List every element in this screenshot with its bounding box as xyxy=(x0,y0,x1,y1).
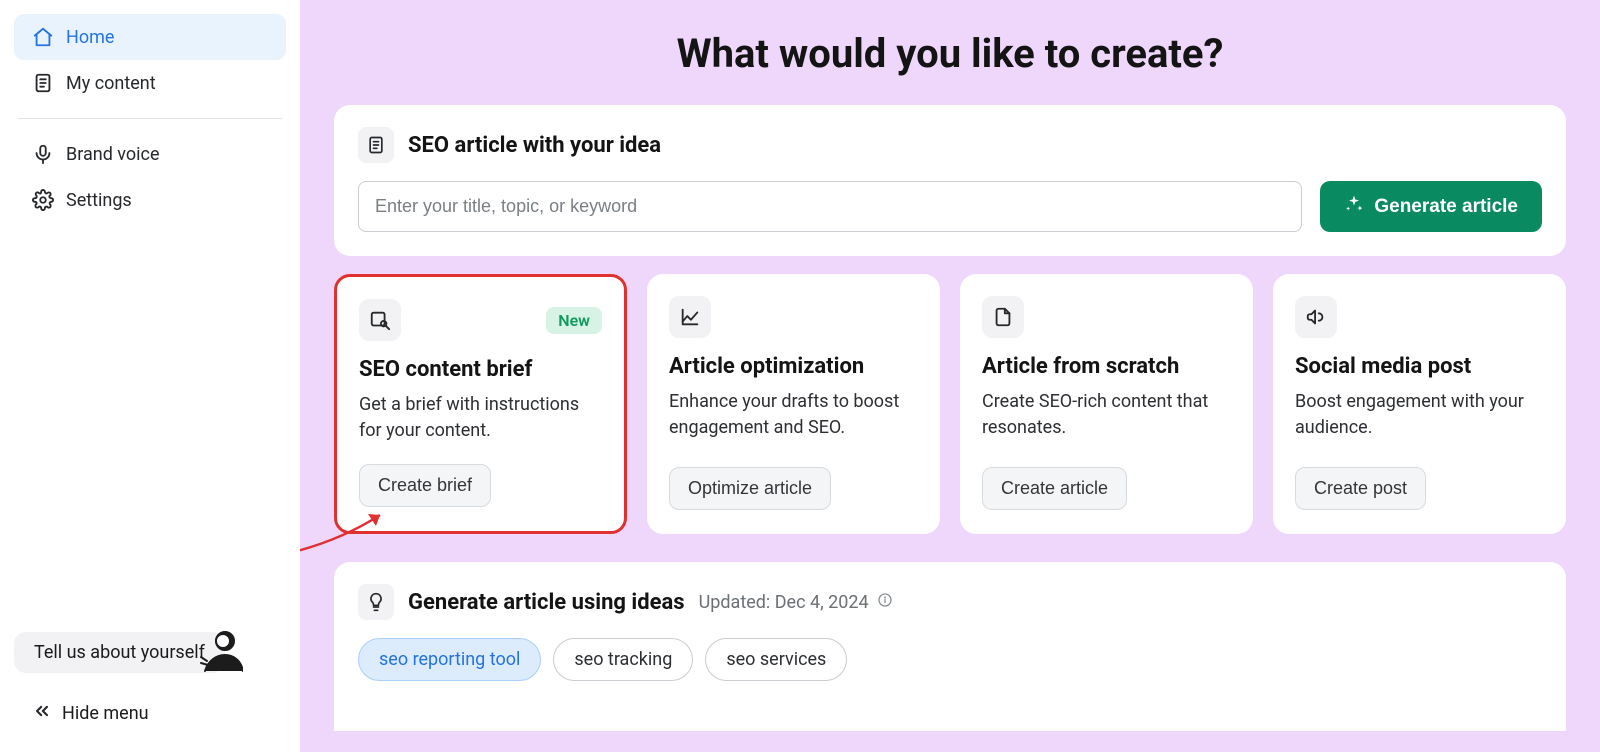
card-button-label: Create post xyxy=(1314,478,1407,498)
hide-menu-button[interactable]: Hide menu xyxy=(14,689,167,738)
card-social-media-post[interactable]: Social media post Boost engagement with … xyxy=(1273,274,1566,534)
topic-input[interactable] xyxy=(358,181,1302,232)
article-icon xyxy=(358,127,394,163)
idea-chip-seo-tracking[interactable]: seo tracking xyxy=(553,638,693,681)
sidebar: Home My content Brand voice Settings Tel… xyxy=(0,0,300,752)
info-icon[interactable] xyxy=(877,592,893,613)
hero-panel-header: SEO article with your idea xyxy=(358,127,1542,163)
card-button-label: Create brief xyxy=(378,475,472,495)
idea-chip-seo-reporting-tool[interactable]: seo reporting tool xyxy=(358,638,541,681)
lightbulb-icon xyxy=(358,584,394,620)
ideas-title: Generate article using ideas xyxy=(408,590,685,615)
card-desc: Get a brief with instructions for your c… xyxy=(359,392,602,444)
idea-chip-seo-services[interactable]: seo services xyxy=(705,638,847,681)
card-grid: New SEO content brief Get a brief with i… xyxy=(334,274,1566,534)
card-button-label: Optimize article xyxy=(688,478,812,498)
sidebar-item-label: Home xyxy=(66,27,114,48)
card-button-label: Create article xyxy=(1001,478,1108,498)
gear-icon xyxy=(32,189,54,211)
chart-line-icon xyxy=(669,296,711,338)
card-desc: Create SEO-rich content that resonates. xyxy=(982,389,1231,441)
sidebar-item-my-content[interactable]: My content xyxy=(14,60,286,106)
page-title: What would you like to create? xyxy=(300,30,1600,77)
card-article-optimization[interactable]: Article optimization Enhance your drafts… xyxy=(647,274,940,534)
avatar-illustration-icon xyxy=(195,627,243,675)
sidebar-item-label: Brand voice xyxy=(66,144,160,165)
optimize-article-button[interactable]: Optimize article xyxy=(669,467,831,510)
hero-panel-title: SEO article with your idea xyxy=(408,133,661,158)
card-title: Article from scratch xyxy=(982,354,1231,379)
create-post-button[interactable]: Create post xyxy=(1295,467,1426,510)
create-brief-button[interactable]: Create brief xyxy=(359,464,491,507)
ideas-panel: Generate article using ideas Updated: De… xyxy=(334,562,1566,731)
card-title: Social media post xyxy=(1295,354,1544,379)
chevrons-left-icon xyxy=(32,701,52,726)
main-content: What would you like to create? SEO artic… xyxy=(300,0,1600,752)
microphone-icon xyxy=(32,143,54,165)
card-desc: Enhance your drafts to boost engagement … xyxy=(669,389,918,441)
home-icon xyxy=(32,26,54,48)
ideas-updated: Updated: Dec 4, 2024 xyxy=(699,592,893,613)
card-seo-content-brief[interactable]: New SEO content brief Get a brief with i… xyxy=(334,274,627,534)
hide-menu-label: Hide menu xyxy=(62,703,149,724)
search-page-icon xyxy=(359,299,401,341)
generate-article-label: Generate article xyxy=(1374,196,1518,218)
hero-panel: SEO article with your idea Generate arti… xyxy=(334,105,1566,256)
new-badge: New xyxy=(546,307,602,334)
sparkle-icon xyxy=(1344,194,1364,220)
sidebar-item-brand-voice[interactable]: Brand voice xyxy=(14,131,286,177)
card-title: Article optimization xyxy=(669,354,918,379)
sidebar-item-label: Settings xyxy=(66,190,132,211)
create-article-button[interactable]: Create article xyxy=(982,467,1127,510)
tell-us-about-yourself-button[interactable]: Tell us about yourself xyxy=(14,632,225,673)
generate-article-button[interactable]: Generate article xyxy=(1320,181,1542,232)
card-title: SEO content brief xyxy=(359,357,602,382)
sidebar-item-home[interactable]: Home xyxy=(14,14,286,60)
ideas-updated-label: Updated: Dec 4, 2024 xyxy=(699,592,869,613)
sidebar-divider xyxy=(18,118,282,119)
sidebar-item-label: My content xyxy=(66,73,156,94)
card-article-from-scratch[interactable]: Article from scratch Create SEO-rich con… xyxy=(960,274,1253,534)
document-icon xyxy=(32,72,54,94)
megaphone-icon xyxy=(1295,296,1337,338)
card-desc: Boost engagement with your audience. xyxy=(1295,389,1544,441)
tell-us-label: Tell us about yourself xyxy=(34,642,205,663)
sidebar-item-settings[interactable]: Settings xyxy=(14,177,286,223)
blank-page-icon xyxy=(982,296,1024,338)
